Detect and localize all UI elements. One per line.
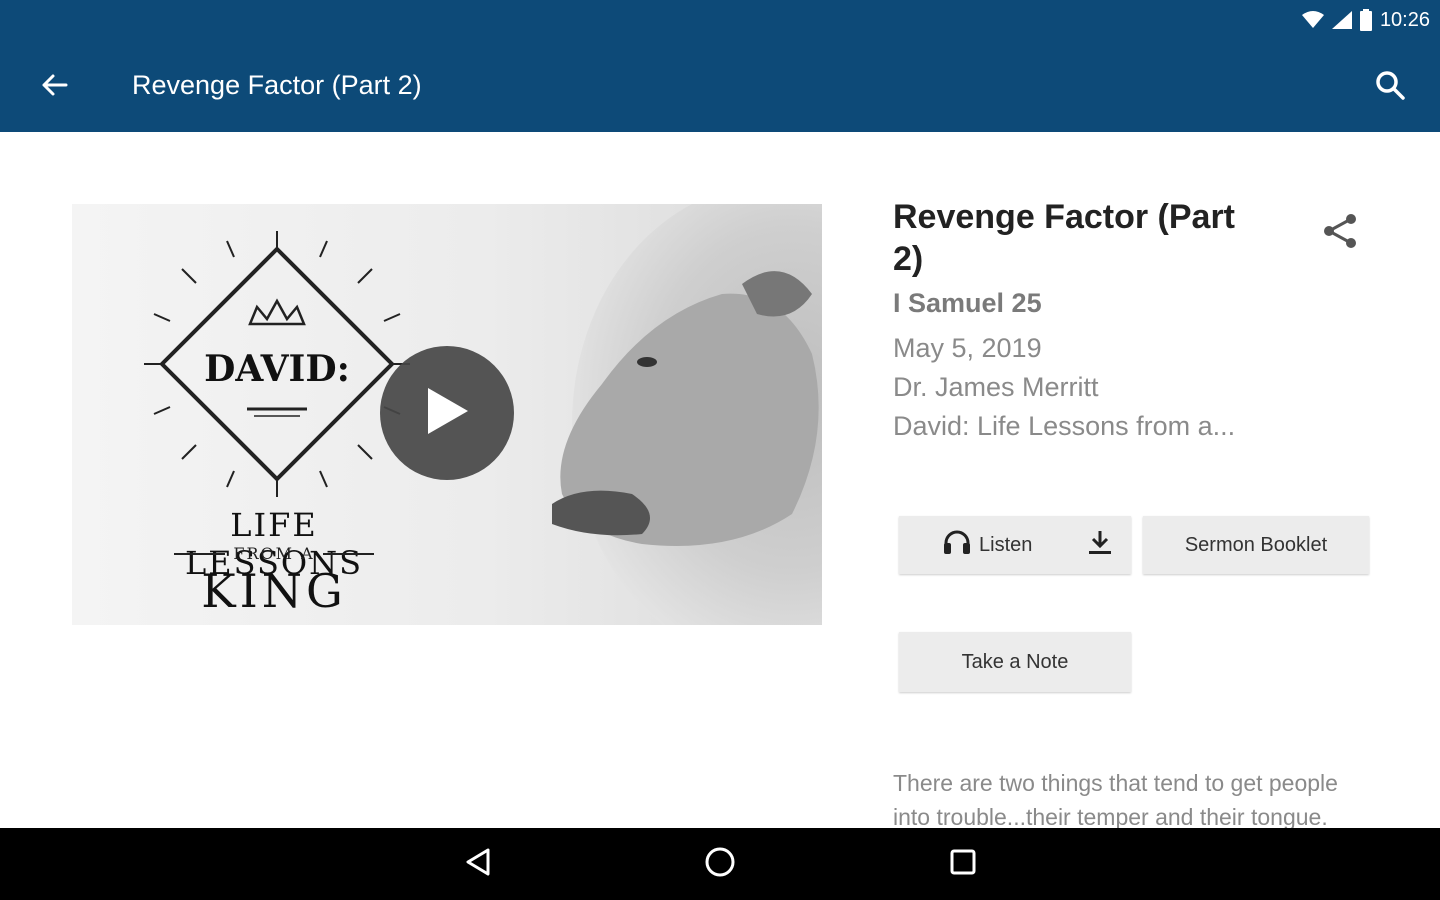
sermon-scripture: I Samuel 25 — [893, 288, 1042, 318]
take-note-button[interactable]: Take a Note — [899, 632, 1131, 692]
crown-badge: DAVID: — [144, 231, 410, 497]
headphones-icon — [943, 529, 971, 561]
artwork-series-word: DAVID: — [204, 348, 350, 390]
artwork-line3: KING — [201, 564, 347, 618]
back-button[interactable] — [26, 62, 82, 112]
listen-button[interactable]: Listen — [899, 516, 1131, 574]
share-icon — [1321, 211, 1361, 256]
sermon-date: May 5, 2019 — [893, 333, 1042, 363]
artwork-line2: FROM A — [233, 544, 315, 563]
wifi-icon — [1301, 11, 1324, 29]
circle-home-icon — [704, 846, 736, 883]
page-title: Revenge Factor (Part 2) — [132, 70, 422, 100]
play-button[interactable] — [380, 346, 514, 480]
square-recents-icon — [949, 848, 977, 881]
system-nav-bar — [0, 828, 1440, 900]
status-bar: 10:26 — [1301, 4, 1430, 36]
sermon-title: Revenge Factor (Part 2) — [893, 198, 1235, 278]
artwork-line2-row: FROM A — [174, 544, 375, 563]
listen-label-group: Listen — [943, 529, 1032, 561]
nav-back-button[interactable] — [448, 838, 508, 890]
share-button[interactable] — [1318, 210, 1364, 256]
play-icon — [424, 386, 470, 441]
download-icon[interactable] — [1087, 529, 1113, 561]
listen-label: Listen — [979, 533, 1033, 556]
sermon-series: David: Life Lessons from a... — [893, 411, 1236, 441]
sermon-booklet-button[interactable]: Sermon Booklet — [1143, 516, 1369, 574]
sermon-meta: May 5, 2019 Dr. James Merritt David: Lif… — [893, 329, 1313, 446]
toolbar: Revenge Factor (Part 2) — [0, 52, 1440, 122]
sermon-description: There are two things that tend to get pe… — [893, 770, 1338, 830]
sermon-info: Revenge Factor (Part 2) I Samuel 25 May … — [893, 196, 1313, 446]
arrow-back-icon — [40, 73, 68, 102]
triangle-back-icon — [464, 847, 492, 882]
nav-home-button[interactable] — [690, 838, 750, 890]
cell-signal-icon — [1331, 11, 1352, 29]
sermon-artwork[interactable]: DAVID: LIFE LESSONS FROM A KING — [72, 204, 822, 625]
app-bar: 10:26 Revenge Factor (Part 2) — [0, 0, 1440, 132]
clock: 10:26 — [1379, 8, 1430, 31]
search-icon — [1375, 70, 1405, 105]
sermon-speaker: Dr. James Merritt — [893, 372, 1099, 402]
battery-icon — [1359, 9, 1372, 31]
lion-image — [552, 204, 822, 625]
nav-recents-button[interactable] — [933, 838, 993, 890]
search-button[interactable] — [1362, 62, 1418, 112]
